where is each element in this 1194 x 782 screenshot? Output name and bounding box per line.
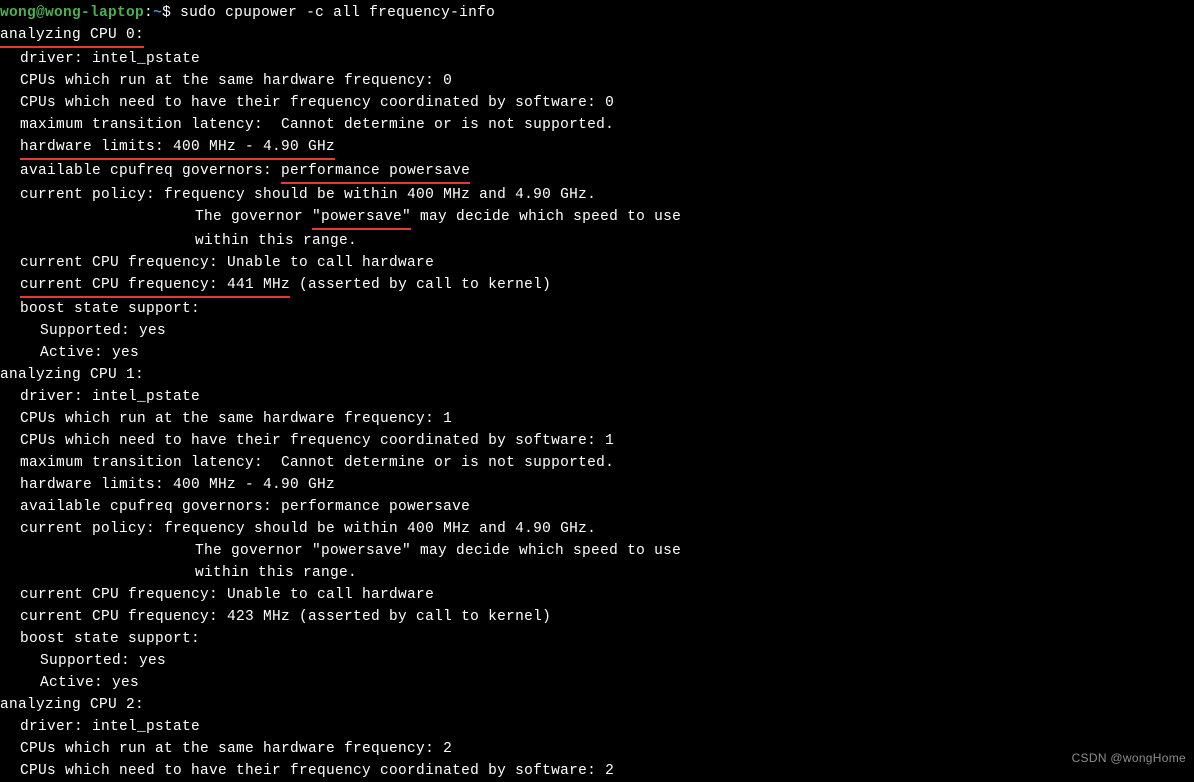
cpu1-hw-limits: hardware limits: 400 MHz - 4.90 GHz xyxy=(0,474,1194,496)
cpu1-coord-sw: CPUs which need to have their frequency … xyxy=(0,430,1194,452)
cpu0-policy1: current policy: frequency should be with… xyxy=(0,184,1194,206)
cpu0-supported: Supported: yes xyxy=(0,320,1194,342)
cpu0-freq-hw: current CPU frequency: Unable to call ha… xyxy=(0,252,1194,274)
watermark: CSDN @wongHome xyxy=(1072,747,1186,769)
cpu1-boost: boost state support: xyxy=(0,628,1194,650)
cpu0-latency: maximum transition latency: Cannot deter… xyxy=(0,114,1194,136)
cpu0-active: Active: yes xyxy=(0,342,1194,364)
cpu1-driver: driver: intel_pstate xyxy=(0,386,1194,408)
cpu0-freq-kernel: current CPU frequency: 441 MHz (asserted… xyxy=(0,274,1194,298)
cpu0-driver: driver: intel_pstate xyxy=(0,48,1194,70)
terminal-output[interactable]: wong@wong-laptop:~$ sudo cpupower -c all… xyxy=(0,0,1194,782)
cpu1-supported: Supported: yes xyxy=(0,650,1194,672)
prompt-at: @ xyxy=(36,5,45,21)
cpu0-policy2: The governor "powersave" may decide whic… xyxy=(0,206,1194,230)
prompt-line: wong@wong-laptop:~$ sudo cpupower -c all… xyxy=(0,2,1194,24)
prompt-host: wong-laptop xyxy=(45,5,144,21)
cpu0-hw-limits: hardware limits: 400 MHz - 4.90 GHz xyxy=(0,136,1194,160)
prompt-cwd: ~ xyxy=(153,5,162,21)
cpu1-freq-hw: current CPU frequency: Unable to call ha… xyxy=(0,584,1194,606)
cpu2-driver: driver: intel_pstate xyxy=(0,716,1194,738)
cpu0-policy3: within this range. xyxy=(0,230,1194,252)
prompt-dollar: $ xyxy=(162,5,180,21)
cpu0-header: analyzing CPU 0: xyxy=(0,24,1194,48)
cpu0-boost: boost state support: xyxy=(0,298,1194,320)
cpu1-freq-kernel: current CPU frequency: 423 MHz (asserted… xyxy=(0,606,1194,628)
cpu1-header: analyzing CPU 1: xyxy=(0,364,1194,386)
cpu0-coord-sw: CPUs which need to have their frequency … xyxy=(0,92,1194,114)
prompt-user: wong xyxy=(0,5,36,21)
cpu2-coord-sw: CPUs which need to have their frequency … xyxy=(0,760,1194,782)
cpu1-active: Active: yes xyxy=(0,672,1194,694)
cpu1-policy3: within this range. xyxy=(0,562,1194,584)
command: sudo cpupower -c all frequency-info xyxy=(180,5,495,21)
cpu1-governors: available cpufreq governors: performance… xyxy=(0,496,1194,518)
prompt-colon: : xyxy=(144,5,153,21)
cpu2-same-hw: CPUs which run at the same hardware freq… xyxy=(0,738,1194,760)
cpu0-governors: available cpufreq governors: performance… xyxy=(0,160,1194,184)
cpu1-policy1: current policy: frequency should be with… xyxy=(0,518,1194,540)
cpu1-same-hw: CPUs which run at the same hardware freq… xyxy=(0,408,1194,430)
cpu2-header: analyzing CPU 2: xyxy=(0,694,1194,716)
cpu0-same-hw: CPUs which run at the same hardware freq… xyxy=(0,70,1194,92)
cpu1-policy2: The governor "powersave" may decide whic… xyxy=(0,540,1194,562)
cpu1-latency: maximum transition latency: Cannot deter… xyxy=(0,452,1194,474)
